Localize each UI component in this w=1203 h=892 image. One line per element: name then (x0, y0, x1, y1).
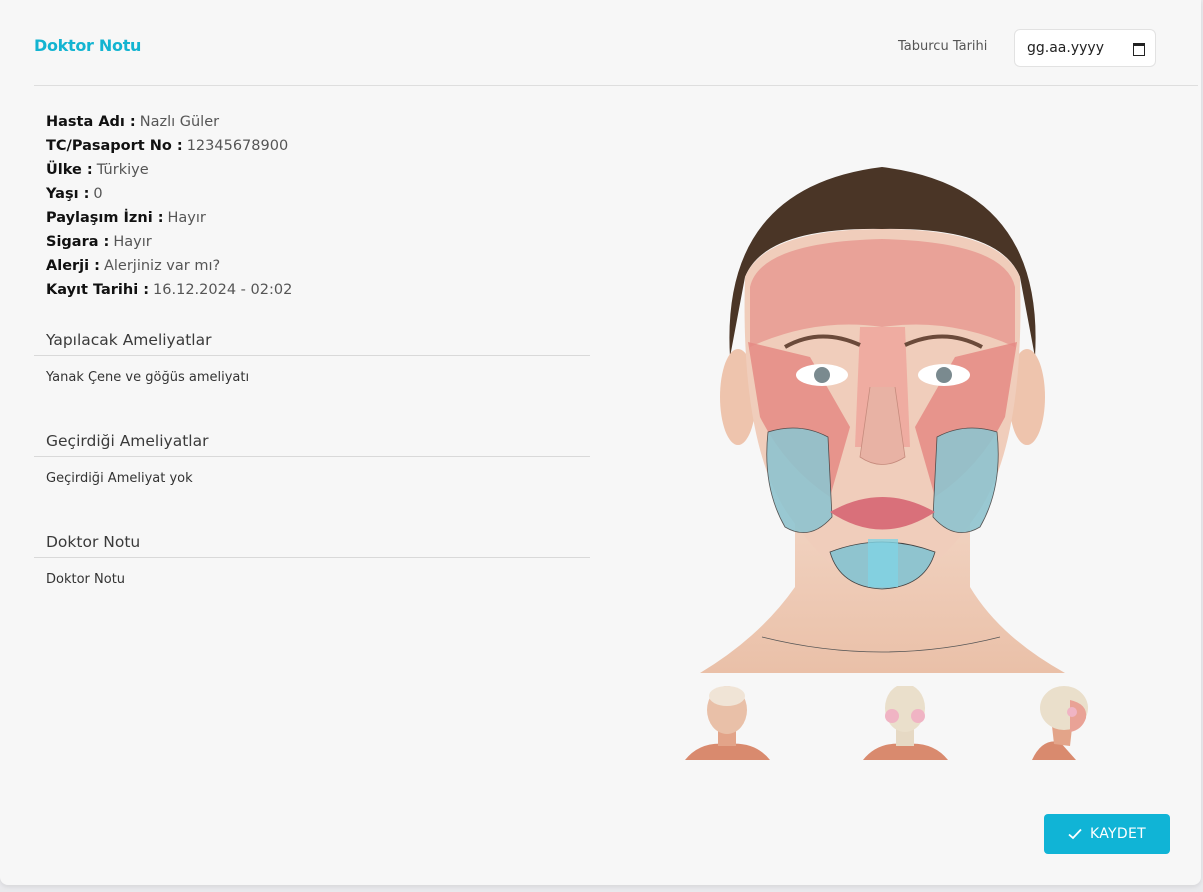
patient-allergy-row: Alerji : Alerjiniz var mı? (46, 258, 221, 274)
patient-age-row: Yaşı :0 (46, 186, 103, 202)
patient-id-row: TC/Pasaport No :12345678900 (46, 138, 289, 154)
save-button[interactable]: KAYDET (1044, 814, 1170, 854)
discharge-date-label: Taburcu Tarihi (898, 39, 988, 54)
section-body: Doktor Notu (46, 572, 126, 587)
patient-name-row: Hasta Adı : Nazlı Güler (46, 114, 220, 130)
back-view-thumbnail[interactable] (858, 686, 953, 760)
past-surgeries-section: Geçirdiği Ameliyatlar Geçirdiği Ameliyat… (34, 432, 590, 486)
save-label: KAYDET (1090, 826, 1146, 842)
patient-share-row: Paylaşım İzni : Hayır (46, 210, 206, 226)
planned-surgeries-section: Yapılacak Ameliyatlar Yanak Çene ve göğü… (34, 331, 590, 385)
side-view-thumbnail[interactable] (1030, 686, 1125, 760)
patient-register-date-row: Kayıt Tarihi :16.12.2024 - 02:02 (46, 282, 293, 298)
section-body: Yanak Çene ve göğüs ameliyatı (46, 370, 250, 385)
section-heading: Doktor Notu (34, 533, 590, 558)
section-body: Geçirdiği Ameliyat yok (46, 471, 193, 486)
doctor-note-section: Doktor Notu Doktor Notu (34, 533, 590, 587)
discharge-date-input[interactable]: gg.aa.yyyy (1014, 29, 1156, 67)
doctor-note-card: Doktor Notu Taburcu Tarihi gg.aa.yyyy Ha… (0, 0, 1201, 885)
section-heading: Geçirdiği Ameliyatlar (34, 432, 590, 457)
page-title: Doktor Notu (34, 36, 142, 55)
patient-info: Hasta Adı : Nazlı Güler TC/Pasaport No :1… (46, 112, 292, 304)
calendar-icon[interactable] (1133, 42, 1145, 56)
front-view-thumbnail[interactable] (680, 686, 775, 760)
section-heading: Yapılacak Ameliyatlar (34, 331, 590, 356)
patient-country-row: Ülke : Türkiye (46, 162, 149, 178)
check-icon (1068, 828, 1082, 840)
face-anatomy-map[interactable] (700, 167, 1065, 673)
card-header: Doktor Notu Taburcu Tarihi gg.aa.yyyy (34, 0, 1198, 86)
date-placeholder: gg.aa.yyyy (1027, 40, 1104, 56)
patient-smoking-row: Sigara : Hayır (46, 234, 152, 250)
